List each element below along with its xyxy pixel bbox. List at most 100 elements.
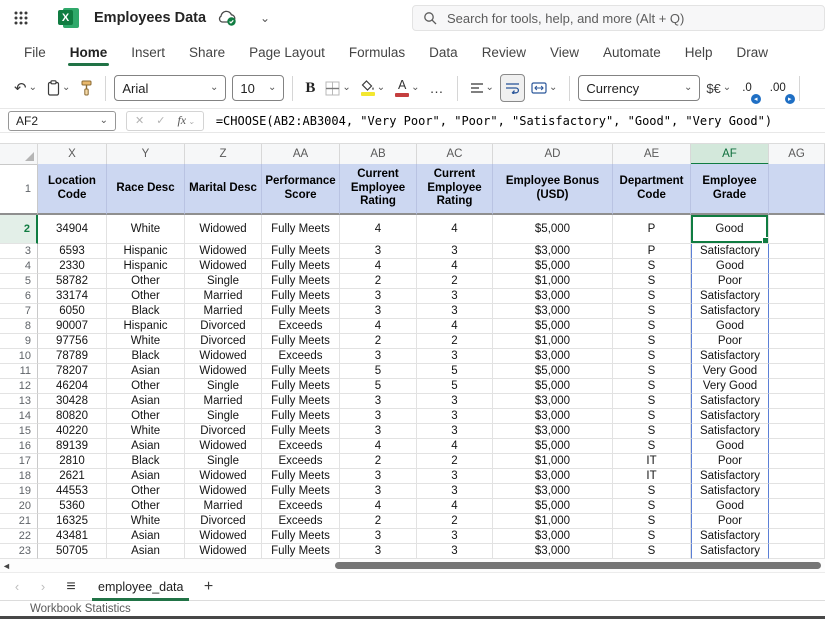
cell-AG2[interactable]: [769, 215, 825, 244]
scrollbar-thumb[interactable]: [335, 562, 821, 569]
cell-AC16[interactable]: 4: [417, 439, 493, 454]
cell-AD18[interactable]: $3,000: [493, 469, 613, 484]
cell-X17[interactable]: 2810: [38, 454, 107, 469]
row-header-17[interactable]: 17: [0, 454, 38, 469]
cell-AG4[interactable]: [769, 259, 825, 274]
more-font-options-button[interactable]: …: [426, 74, 449, 102]
cell-AB15[interactable]: 3: [340, 424, 417, 439]
cell-X6[interactable]: 33174: [38, 289, 107, 304]
cell-AE19[interactable]: S: [613, 484, 691, 499]
cell-AC14[interactable]: 3: [417, 409, 493, 424]
cell-AA15[interactable]: Fully Meets: [262, 424, 340, 439]
cell-AE18[interactable]: IT: [613, 469, 691, 484]
cell-AB5[interactable]: 2: [340, 274, 417, 289]
cell-Z15[interactable]: Divorced: [185, 424, 262, 439]
menu-item-review[interactable]: Review: [470, 36, 538, 68]
column-header-AD[interactable]: AD: [493, 144, 613, 165]
cloud-saved-icon[interactable]: [216, 9, 238, 27]
cell-AD6[interactable]: $3,000: [493, 289, 613, 304]
menu-item-share[interactable]: Share: [177, 36, 237, 68]
row-header-15[interactable]: 15: [0, 424, 38, 439]
cell-AB6[interactable]: 3: [340, 289, 417, 304]
cell-AA7[interactable]: Fully Meets: [262, 304, 340, 319]
cell-AE15[interactable]: S: [613, 424, 691, 439]
cell-AE2[interactable]: P: [613, 215, 691, 244]
cell-Y21[interactable]: White: [107, 514, 185, 529]
row-header-20[interactable]: 20: [0, 499, 38, 514]
name-box[interactable]: AF2 ⌄: [8, 111, 116, 131]
cell-AF16[interactable]: Good: [691, 439, 769, 454]
cell-AD2[interactable]: $5,000: [493, 215, 613, 244]
row-header-21[interactable]: 21: [0, 514, 38, 529]
cell-AD17[interactable]: $1,000: [493, 454, 613, 469]
header-cell-AG[interactable]: [769, 164, 825, 215]
cell-Y8[interactable]: Hispanic: [107, 319, 185, 334]
cell-AC9[interactable]: 2: [417, 334, 493, 349]
cell-AE11[interactable]: S: [613, 364, 691, 379]
cell-X12[interactable]: 46204: [38, 379, 107, 394]
cell-Z7[interactable]: Married: [185, 304, 262, 319]
cell-AC3[interactable]: 3: [417, 244, 493, 259]
cell-AA9[interactable]: Fully Meets: [262, 334, 340, 349]
cell-AF15[interactable]: Satisfactory: [691, 424, 769, 439]
cell-AE13[interactable]: S: [613, 394, 691, 409]
cell-X15[interactable]: 40220: [38, 424, 107, 439]
cell-AF13[interactable]: Satisfactory: [691, 394, 769, 409]
cell-Z2[interactable]: Widowed: [185, 215, 262, 244]
cell-Y12[interactable]: Other: [107, 379, 185, 394]
cell-X18[interactable]: 2621: [38, 469, 107, 484]
cell-Y19[interactable]: Other: [107, 484, 185, 499]
cell-AG22[interactable]: [769, 529, 825, 544]
cell-Y6[interactable]: Other: [107, 289, 185, 304]
cell-AA11[interactable]: Fully Meets: [262, 364, 340, 379]
column-header-AG[interactable]: AG: [769, 144, 825, 165]
cell-AD9[interactable]: $1,000: [493, 334, 613, 349]
cell-Y11[interactable]: Asian: [107, 364, 185, 379]
header-cell-AF[interactable]: Employee Grade: [691, 164, 769, 215]
alignment-button[interactable]: ⌄: [466, 74, 498, 102]
header-cell-AE[interactable]: Department Code: [613, 164, 691, 215]
menu-item-automate[interactable]: Automate: [591, 36, 673, 68]
cell-Z14[interactable]: Single: [185, 409, 262, 424]
cell-AC4[interactable]: 4: [417, 259, 493, 274]
cell-Z18[interactable]: Widowed: [185, 469, 262, 484]
cell-Y2[interactable]: White: [107, 215, 185, 244]
cell-X16[interactable]: 89139: [38, 439, 107, 454]
column-header-Z[interactable]: Z: [185, 144, 262, 165]
cell-AB8[interactable]: 4: [340, 319, 417, 334]
cell-AA21[interactable]: Exceeds: [262, 514, 340, 529]
cell-AC7[interactable]: 3: [417, 304, 493, 319]
cell-AF12[interactable]: Very Good: [691, 379, 769, 394]
cell-Z11[interactable]: Widowed: [185, 364, 262, 379]
cell-X14[interactable]: 80820: [38, 409, 107, 424]
column-header-AC[interactable]: AC: [417, 144, 493, 165]
cell-AB2[interactable]: 4: [340, 215, 417, 244]
header-cell-AC[interactable]: Current Employee Rating: [417, 164, 493, 215]
row-header-7[interactable]: 7: [0, 304, 38, 319]
row-header-18[interactable]: 18: [0, 469, 38, 484]
cell-AC6[interactable]: 3: [417, 289, 493, 304]
borders-button[interactable]: ⌄: [321, 74, 354, 102]
cell-AD4[interactable]: $5,000: [493, 259, 613, 274]
format-painter-button[interactable]: [76, 74, 97, 102]
cell-AF5[interactable]: Poor: [691, 274, 769, 289]
row-header-6[interactable]: 6: [0, 289, 38, 304]
bold-button[interactable]: B: [301, 74, 319, 102]
cell-Z10[interactable]: Widowed: [185, 349, 262, 364]
font-color-button[interactable]: A ⌄: [391, 74, 423, 102]
cell-AD20[interactable]: $5,000: [493, 499, 613, 514]
excel-logo-icon[interactable]: X: [58, 7, 80, 29]
row-header-23[interactable]: 23: [0, 544, 38, 559]
menu-item-home[interactable]: Home: [58, 36, 120, 68]
row-header-9[interactable]: 9: [0, 334, 38, 349]
cell-AB14[interactable]: 3: [340, 409, 417, 424]
row-header-8[interactable]: 8: [0, 319, 38, 334]
paste-button[interactable]: ⌄: [43, 74, 74, 102]
cell-AC5[interactable]: 2: [417, 274, 493, 289]
header-cell-AA[interactable]: Performance Score: [262, 164, 340, 215]
cell-AF18[interactable]: Satisfactory: [691, 469, 769, 484]
cell-AA2[interactable]: Fully Meets: [262, 215, 340, 244]
cell-X13[interactable]: 30428: [38, 394, 107, 409]
row-header-19[interactable]: 19: [0, 484, 38, 499]
cell-AD16[interactable]: $5,000: [493, 439, 613, 454]
